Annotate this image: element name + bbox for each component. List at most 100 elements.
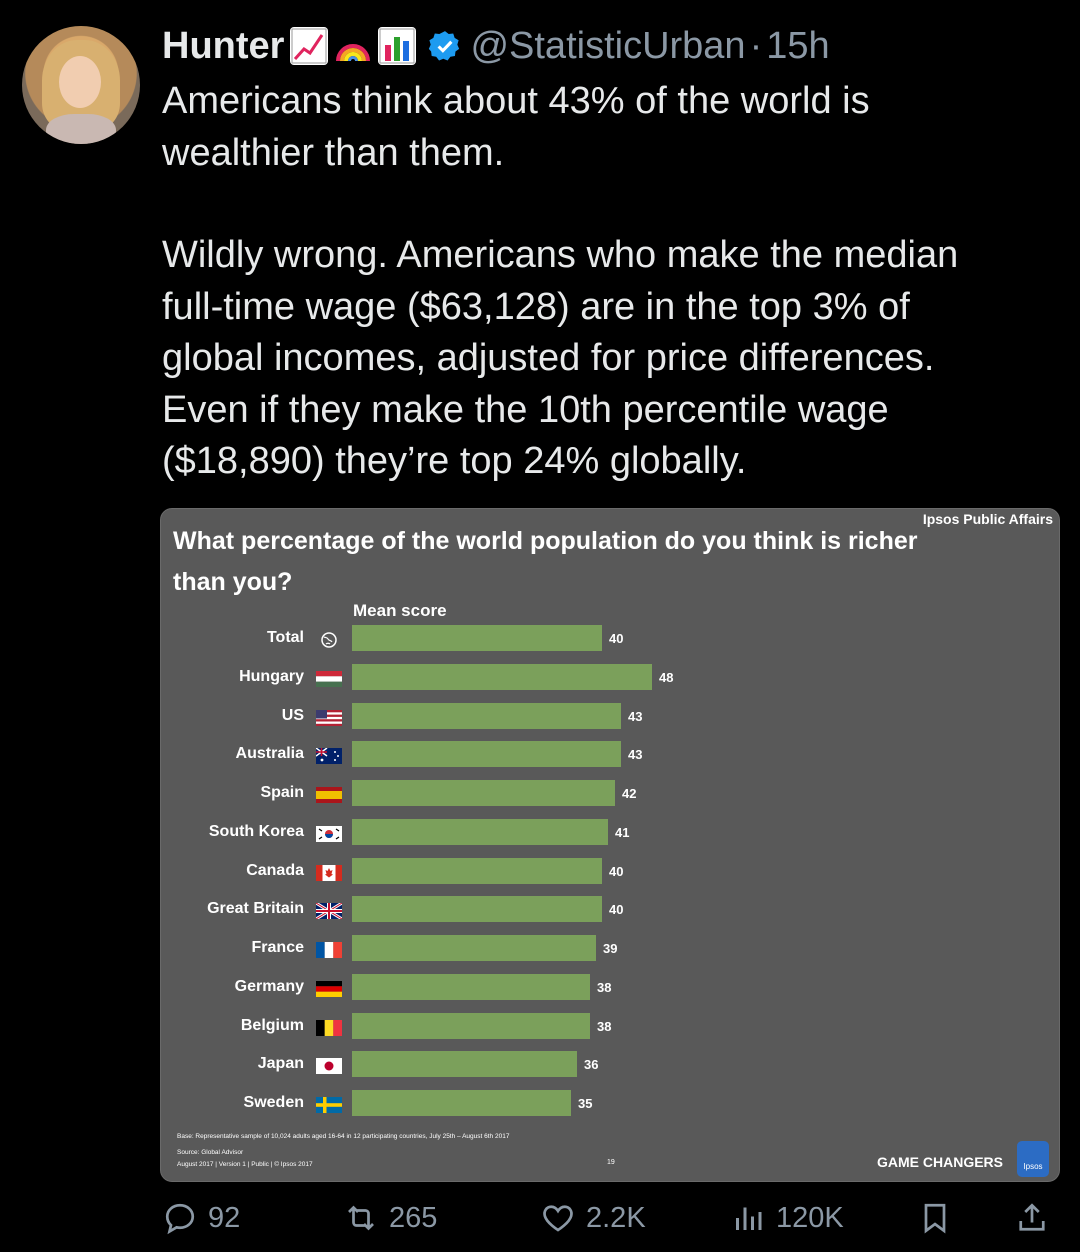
australia-flag-icon	[315, 747, 342, 765]
text-line: global incomes, adjusted for price diffe…	[162, 337, 935, 379]
category-label: US	[281, 706, 304, 724]
share-icon	[1019, 1203, 1045, 1231]
bar	[352, 625, 602, 651]
category-label: Sweden	[243, 1094, 304, 1111]
post-header: Hunter @StatisticUrban · 15h	[162, 24, 830, 68]
author-name[interactable]: Hunter	[162, 25, 284, 68]
ipsos-brand-label: Ipsos Public Affairs	[922, 511, 1053, 527]
data-label: 48	[659, 669, 674, 685]
bar	[352, 818, 608, 845]
author-avatar[interactable]	[22, 26, 140, 144]
page-number: 19	[607, 1159, 615, 1166]
repost-count: 265	[389, 1201, 438, 1234]
bar-row: Germany 38	[161, 973, 1059, 1004]
us-flag-icon	[316, 709, 342, 726]
germany-flag-icon	[316, 980, 342, 997]
repost-button[interactable]: 265	[343, 1200, 437, 1236]
data-label: 43	[628, 747, 643, 763]
category-label: France	[251, 939, 304, 956]
category-label: Spain	[260, 784, 304, 801]
category-label: Total	[266, 629, 304, 646]
bar-row: Hungary 48	[161, 663, 1059, 694]
south-korea-flag-icon	[316, 825, 342, 842]
data-label: 36	[584, 1057, 599, 1073]
bar-row: Sweden 35	[161, 1090, 1059, 1120]
bar	[352, 935, 596, 961]
bar-row: Canada 40	[161, 857, 1059, 888]
author-handle[interactable]: @StatisticUrban	[470, 25, 745, 68]
bar	[352, 1090, 571, 1116]
belgium-flag-icon	[316, 1019, 342, 1036]
bar-chart-emoji	[378, 27, 417, 65]
reply-button[interactable]: 92	[162, 1200, 240, 1236]
ipsos-logo: Ipsos	[1017, 1141, 1049, 1177]
text-line: ($18,890) they’re top 24% globally.	[162, 440, 747, 482]
views-icon	[736, 1207, 762, 1230]
data-label: 38	[597, 1018, 612, 1034]
like-button[interactable]: 2.2K	[540, 1200, 646, 1236]
category-label: Australia	[235, 745, 304, 763]
like-count: 2.2K	[586, 1201, 646, 1234]
bookmark-button[interactable]	[917, 1200, 963, 1236]
bar	[352, 973, 590, 1000]
category-label: Great Britain	[207, 900, 304, 918]
rainbow-emoji	[334, 27, 372, 65]
share-button[interactable]	[1014, 1200, 1060, 1236]
action-bar: 92 265 2.2K 120K	[0, 1200, 1080, 1246]
text-line: Americans think about 43% of the world i…	[162, 80, 870, 122]
data-label: 35	[578, 1096, 593, 1111]
category-label: South Korea	[208, 822, 304, 840]
heart-icon	[543, 1205, 573, 1232]
footer-base: Base: Representative sample of 10,024 ad…	[177, 1133, 510, 1140]
globe-icon	[316, 632, 342, 648]
footer-source: Source: Global Advisor	[177, 1149, 244, 1156]
bar-row: Australia 43	[161, 741, 1059, 771]
views-button[interactable]: 120K	[730, 1200, 844, 1236]
category-label: Belgium	[240, 1016, 304, 1034]
japan-flag-icon	[316, 1058, 342, 1075]
bar-row: Total 40	[161, 625, 1059, 655]
chart-title: What percentage of the world population …	[173, 527, 918, 596]
footer-version: August 2017 | Version 1 | Public | © Ips…	[177, 1161, 313, 1168]
category-label: Germany	[234, 977, 304, 995]
category-label: Japan	[257, 1055, 304, 1073]
bar	[352, 741, 621, 768]
post-time[interactable]: 15h	[766, 25, 829, 68]
data-label: 38	[597, 979, 612, 995]
category-label: Canada	[246, 861, 304, 879]
text-line: Wildly wrong. Americans who make the med…	[162, 234, 959, 276]
bar-row: South Korea 41	[161, 818, 1059, 849]
data-label: 40	[609, 631, 624, 646]
data-label: 40	[609, 863, 624, 879]
sweden-flag-icon	[316, 1097, 342, 1113]
game-changers-label: GAME CHANGERS	[877, 1154, 1004, 1170]
verified-badge-icon	[429, 31, 460, 61]
bar	[352, 1012, 590, 1039]
bar-row: France 39	[161, 935, 1059, 965]
data-label: 42	[622, 786, 637, 801]
views-count: 120K	[776, 1201, 844, 1234]
bar-row: US 43	[161, 702, 1059, 733]
chart-subtitle: Mean score	[353, 601, 447, 620]
chart-increasing-emoji	[290, 27, 329, 65]
bar-row: Spain 42	[161, 780, 1059, 810]
text-line: Even if they make the 10th percentile wa…	[162, 388, 889, 431]
data-label: 41	[615, 824, 630, 840]
avatar-shirt	[46, 114, 116, 144]
bar	[352, 663, 652, 690]
bar	[352, 780, 615, 806]
canada-flag-icon	[316, 864, 342, 881]
bar	[352, 1051, 577, 1078]
chart-image[interactable]: Ipsos Public Affairs What percentage of …	[160, 508, 1060, 1182]
repost-icon	[348, 1205, 374, 1231]
text-line: full-time wage ($63,128) are in the top …	[162, 285, 910, 328]
bookmark-icon	[924, 1203, 946, 1234]
separator-dot: ·	[749, 24, 763, 67]
category-label: Hungary	[239, 667, 304, 685]
bar-row: Great Britain 40	[161, 896, 1059, 926]
bar	[352, 896, 602, 923]
spain-flag-icon	[316, 787, 342, 803]
avatar-face	[59, 56, 101, 108]
text-line: wealthier than them.	[162, 131, 505, 174]
hungary-flag-icon	[316, 670, 342, 687]
